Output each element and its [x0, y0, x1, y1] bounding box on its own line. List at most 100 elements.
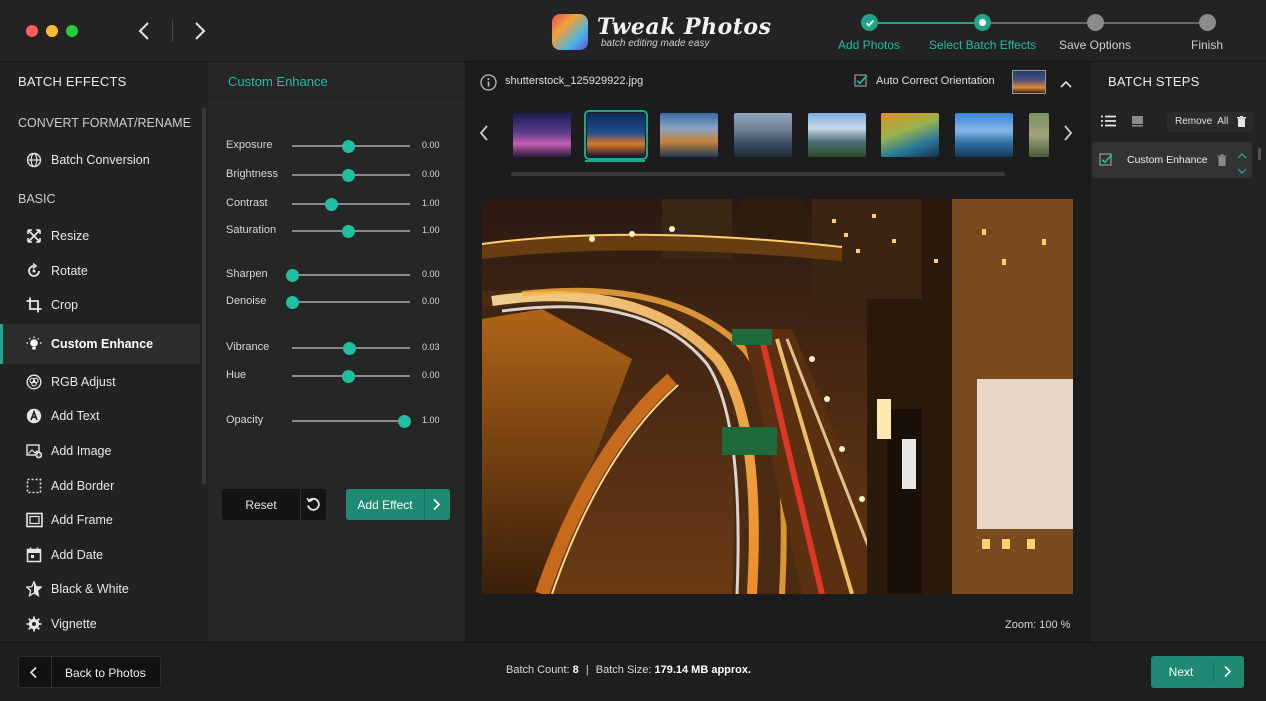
slider-sharpen[interactable]: Sharpen 0.00	[226, 265, 456, 285]
sidebar-item-add-text[interactable]: Add Text	[0, 399, 200, 433]
trash-icon[interactable]	[1217, 154, 1227, 169]
text-icon	[25, 407, 43, 425]
sidebar-scrollbar[interactable]	[202, 108, 206, 484]
chevron-right-icon	[195, 22, 206, 40]
slider-label: Exposure	[226, 139, 273, 151]
slider-track[interactable]	[292, 203, 410, 205]
thumbnail-next-button[interactable]	[1063, 125, 1073, 144]
auto-correct-checkbox[interactable]	[854, 74, 868, 91]
chevron-up-icon[interactable]	[1060, 77, 1072, 91]
slider-knob[interactable]	[342, 140, 355, 153]
app-logo-icon	[552, 14, 588, 50]
photo-thumbnail[interactable]	[955, 113, 1013, 157]
slider-value: 0.00	[422, 269, 440, 279]
step-label-finish[interactable]: Finish	[1191, 38, 1223, 52]
sidebar-item-add-border[interactable]: Add Border	[0, 469, 200, 503]
slider-knob[interactable]	[286, 269, 299, 282]
sidebar-item-add-image[interactable]: Add Image	[0, 434, 200, 468]
slider-label: Sharpen	[226, 268, 268, 280]
back-to-photos-label: Back to Photos	[65, 666, 146, 680]
close-window-button[interactable]	[26, 25, 38, 37]
back-to-photos-button[interactable]: Back to Photos	[18, 656, 161, 688]
checkbox-checked-icon[interactable]	[1099, 153, 1113, 170]
thumbnail-scrollbar[interactable]	[511, 172, 1005, 176]
photo-thumbnail-partial[interactable]	[1029, 113, 1049, 157]
slider-track[interactable]	[292, 274, 410, 276]
sidebar-item-label: Custom Enhance	[51, 337, 154, 351]
slider-knob[interactable]	[286, 296, 299, 309]
slider-knob[interactable]	[343, 342, 357, 355]
batch-step-label: Custom Enhance	[1127, 154, 1208, 166]
step-label-save-options[interactable]: Save Options	[1059, 38, 1131, 52]
slider-knob[interactable]	[398, 415, 411, 428]
step-label-select-effects[interactable]: Select Batch Effects	[929, 38, 1036, 52]
photo-thumbnail[interactable]	[881, 113, 939, 157]
photo-thumbnail-selected[interactable]	[584, 110, 648, 160]
slider-saturation[interactable]: Saturation 1.00	[226, 221, 456, 241]
move-up-icon[interactable]	[1237, 148, 1247, 162]
single-view-icon[interactable]	[1131, 115, 1144, 130]
frame-icon	[25, 511, 43, 529]
sidebar-item-rotate[interactable]: Rotate	[0, 254, 200, 288]
app-title: Tweak Photos	[597, 14, 772, 40]
info-icon[interactable]	[480, 74, 497, 94]
slider-value: 0.00	[422, 140, 440, 150]
sidebar-item-black-white[interactable]: Black & White	[0, 572, 200, 606]
batch-step-item[interactable]: Custom Enhance	[1092, 142, 1252, 178]
sidebar-item-label: RGB Adjust	[51, 375, 116, 389]
batch-steps-scrollbar[interactable]	[1258, 148, 1261, 160]
slider-value: 0.00	[422, 169, 440, 179]
forward-arrow-button[interactable]	[188, 18, 212, 44]
slider-label: Vibrance	[226, 341, 270, 353]
remove-all-button[interactable]: Remove All	[1167, 112, 1253, 132]
thumbnail-selection-indicator	[585, 160, 645, 162]
move-down-icon[interactable]	[1237, 164, 1247, 178]
slider-denoise[interactable]: Denoise 0.00	[226, 292, 456, 312]
step-line-done	[870, 22, 982, 24]
thumbnail-prev-button[interactable]	[479, 125, 489, 144]
chevron-right-icon	[432, 498, 441, 514]
slider-opacity[interactable]: Opacity 1.00	[226, 411, 456, 431]
slider-brightness[interactable]: Brightness 0.00	[226, 165, 456, 185]
slider-knob[interactable]	[342, 225, 355, 238]
sidebar-item-add-frame[interactable]: Add Frame	[0, 503, 200, 537]
sidebar-item-resize[interactable]: Resize	[0, 219, 200, 253]
footer-bar: Back to Photos Batch Count: 8 | Batch Si…	[0, 642, 1266, 701]
slider-knob[interactable]	[342, 370, 355, 383]
sidebar-item-label: Add Frame	[51, 513, 113, 527]
photo-thumbnail[interactable]	[808, 113, 866, 157]
minimize-window-button[interactable]	[46, 25, 58, 37]
slider-label: Brightness	[226, 168, 278, 180]
photo-thumbnail[interactable]	[513, 113, 571, 157]
slider-exposure[interactable]: Exposure 0.00	[226, 136, 456, 156]
list-view-icon[interactable]	[1101, 115, 1116, 130]
slider-label: Contrast	[226, 197, 268, 209]
sidebar-item-add-date[interactable]: Add Date	[0, 538, 200, 572]
sidebar-item-batch-conversion[interactable]: Batch Conversion	[0, 143, 200, 177]
chevron-left-icon	[479, 125, 488, 141]
chevron-left-icon	[138, 22, 149, 40]
next-button[interactable]: Next	[1151, 656, 1244, 688]
slider-contrast[interactable]: Contrast 1.00	[226, 194, 456, 214]
slider-track[interactable]	[292, 301, 410, 303]
sidebar-item-vignette[interactable]: Vignette	[0, 607, 200, 641]
photo-thumbnail[interactable]	[660, 113, 718, 157]
slider-track[interactable]	[292, 420, 410, 422]
slider-knob[interactable]	[342, 169, 355, 182]
title-bar: Tweak Photos batch editing made easy Add…	[0, 0, 1266, 62]
add-effect-divider	[424, 489, 425, 520]
slider-knob[interactable]	[325, 198, 339, 211]
zoom-window-button[interactable]	[66, 25, 78, 37]
add-effect-button[interactable]: Add Effect	[346, 489, 450, 520]
step-label-add-photos[interactable]: Add Photos	[838, 38, 900, 52]
photo-thumbnail[interactable]	[734, 113, 792, 157]
sidebar-item-label: Rotate	[51, 264, 88, 278]
back-arrow-button[interactable]	[132, 18, 156, 44]
sidebar-item-custom-enhance[interactable]: Custom Enhance	[0, 324, 200, 364]
crop-icon	[25, 296, 43, 314]
sidebar-item-crop[interactable]: Crop	[0, 288, 200, 322]
slider-hue[interactable]: Hue 0.00	[226, 366, 456, 386]
slider-vibrance[interactable]: Vibrance 0.03	[226, 338, 456, 358]
reset-button[interactable]: Reset	[222, 489, 326, 520]
sidebar-item-rgb-adjust[interactable]: RGB Adjust	[0, 365, 200, 399]
